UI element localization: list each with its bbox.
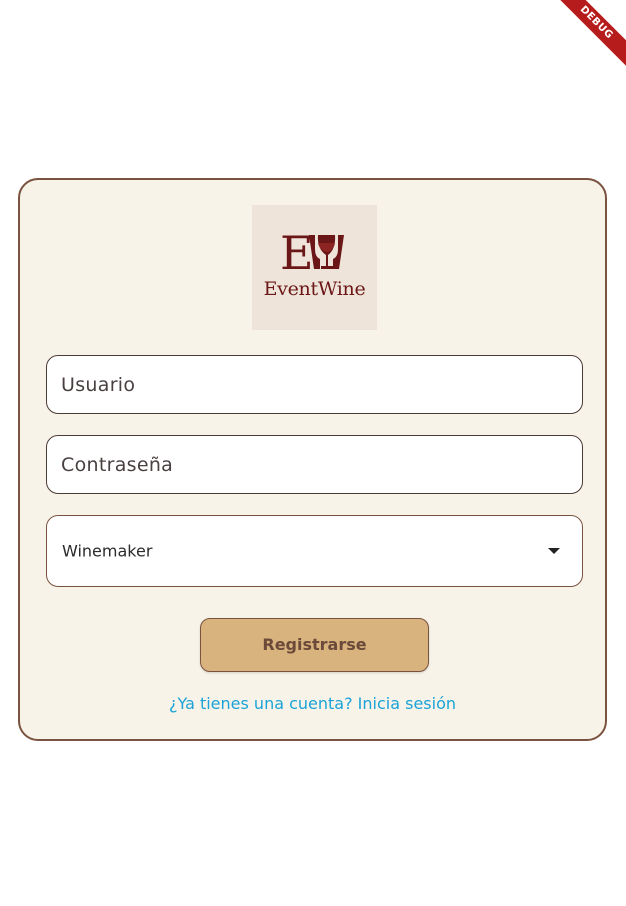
svg-text:E: E — [280, 226, 314, 280]
brand-name: EventWine — [263, 278, 366, 300]
wine-glass-icon: E — [280, 226, 344, 280]
username-placeholder: Usuario — [61, 373, 136, 396]
password-placeholder: Contraseña — [61, 453, 174, 476]
register-button[interactable]: Registrarse — [200, 618, 429, 672]
login-link[interactable]: ¿Ya tienes una cuenta? Inicia sesión — [20, 694, 605, 713]
debug-banner-label: DEBUG — [556, 0, 626, 70]
eventwine-logo: E EventWine — [252, 205, 377, 330]
role-select-value: Winemaker — [62, 541, 153, 561]
password-field[interactable]: Contraseña — [46, 435, 583, 494]
username-field[interactable]: Usuario — [46, 355, 583, 414]
role-select[interactable]: Winemaker — [46, 515, 583, 587]
arrow-drop-down-icon — [548, 548, 560, 554]
register-card: E EventWine Usuario Contraseña Winemaker… — [18, 178, 607, 741]
debug-banner: DEBUG — [556, 0, 626, 70]
